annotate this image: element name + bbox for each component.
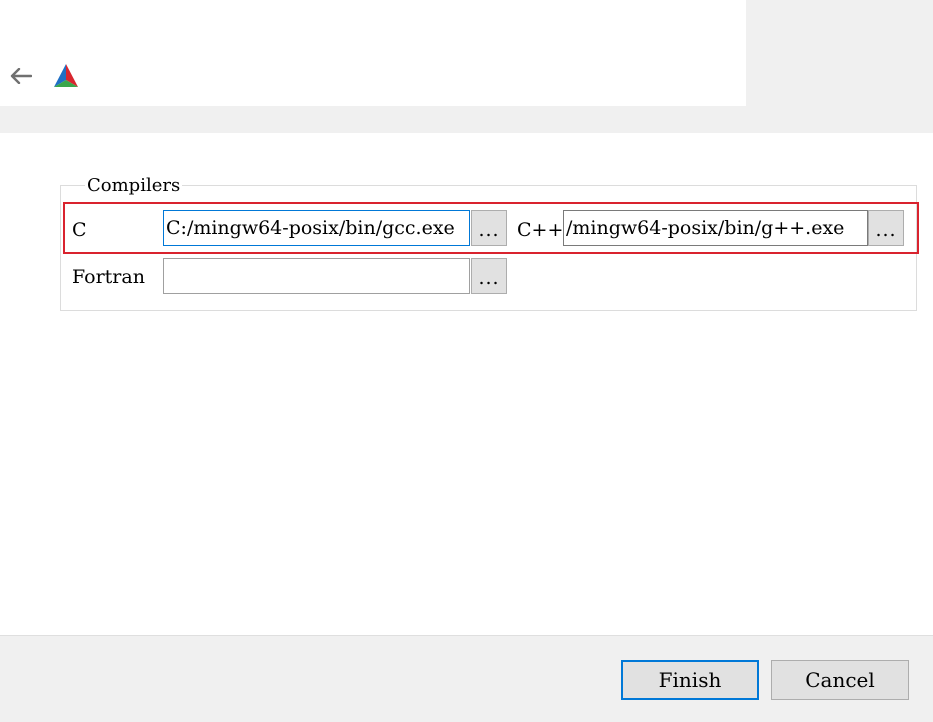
back-button[interactable] (8, 64, 34, 88)
c-compiler-browse-button[interactable]: ... (471, 210, 507, 246)
cpp-compiler-value: /mingw64-posix/bin/g++.exe (566, 217, 845, 239)
finish-button[interactable]: Finish (621, 660, 759, 700)
fortran-compiler-browse-button[interactable]: ... (471, 258, 507, 294)
dialog-footer: Finish Cancel (0, 635, 933, 722)
cancel-button[interactable]: Cancel (771, 660, 909, 700)
c-compiler-label: C (72, 219, 87, 241)
compilers-group-title: Compilers (85, 175, 183, 197)
cpp-compiler-browse-button[interactable]: ... (868, 210, 904, 246)
cpp-compiler-field[interactable]: /mingw64-posix/bin/g++.exe (563, 210, 868, 246)
dialog-content: Compilers C C:/mingw64-posix/bin/gcc.exe… (0, 133, 933, 635)
cmake-logo-icon (54, 64, 78, 87)
dialog-header (0, 0, 746, 106)
arrow-left-icon (10, 68, 32, 84)
compiler-setup-dialog: Compilers C C:/mingw64-posix/bin/gcc.exe… (0, 0, 933, 722)
fortran-compiler-field[interactable] (163, 258, 470, 294)
fortran-compiler-label: Fortran (72, 266, 145, 288)
c-compiler-field[interactable]: C:/mingw64-posix/bin/gcc.exe (163, 210, 470, 246)
cpp-compiler-label: C++ (517, 219, 564, 241)
c-compiler-value: C:/mingw64-posix/bin/gcc.exe (166, 217, 455, 239)
